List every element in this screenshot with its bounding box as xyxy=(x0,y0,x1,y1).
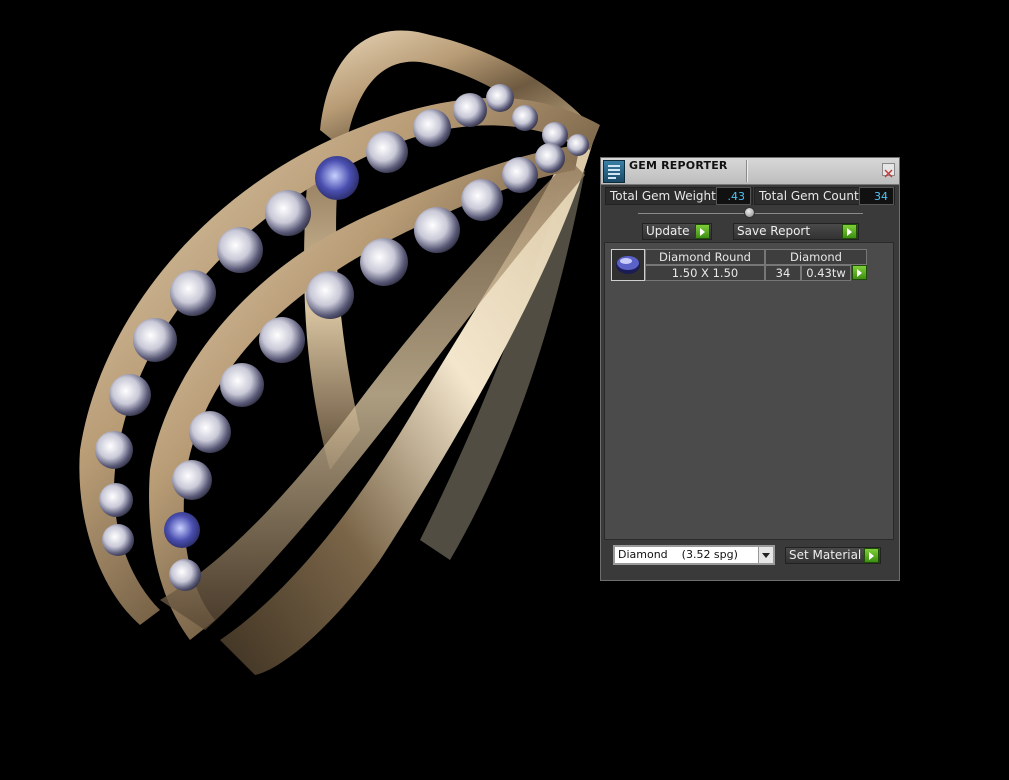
play-arrow-icon xyxy=(695,224,710,239)
update-label: Update xyxy=(646,224,690,238)
gem-reporter-icon xyxy=(603,160,625,183)
gem-material-cell: Diamond xyxy=(765,249,867,265)
gem-weight-cell: 0.43tw xyxy=(801,265,851,281)
save-report-button[interactable]: Save Report xyxy=(733,223,859,240)
set-material-button[interactable]: Set Material xyxy=(785,547,881,564)
play-arrow-icon[interactable] xyxy=(852,265,867,280)
set-material-label: Set Material xyxy=(789,548,862,562)
gem-list[interactable]: Diamond Round Diamond 1.50 X 1.50 34 0.4… xyxy=(604,242,894,540)
list-item[interactable]: Diamond Round Diamond 1.50 X 1.50 34 0.4… xyxy=(611,249,869,282)
titlebar-divider xyxy=(746,160,748,182)
gem-reporter-panel: GEM REPORTER Total Gem Weight .43 Total … xyxy=(600,157,900,581)
panel-title: GEM REPORTER xyxy=(629,159,728,172)
gem-shape-cell: Diamond Round xyxy=(645,249,765,265)
update-button[interactable]: Update xyxy=(642,223,712,240)
total-gem-weight-value: .43 xyxy=(716,187,751,205)
play-arrow-icon xyxy=(842,224,857,239)
chevron-down-icon[interactable] xyxy=(758,547,773,563)
gem-count-cell: 34 xyxy=(765,265,801,281)
slider-handle[interactable] xyxy=(744,207,755,218)
material-select[interactable]: Diamond (3.52 spg) xyxy=(613,545,775,565)
material-select-value: Diamond (3.52 spg) xyxy=(618,548,738,561)
save-report-label: Save Report xyxy=(737,224,811,238)
panel-titlebar[interactable]: GEM REPORTER xyxy=(601,158,899,185)
close-button[interactable] xyxy=(882,163,895,178)
close-icon xyxy=(884,169,893,178)
play-arrow-icon xyxy=(864,548,879,563)
gem-size-cell: 1.50 X 1.50 xyxy=(645,265,765,281)
total-gem-count-value: 34 xyxy=(859,187,894,205)
round-gem-icon xyxy=(611,249,645,281)
